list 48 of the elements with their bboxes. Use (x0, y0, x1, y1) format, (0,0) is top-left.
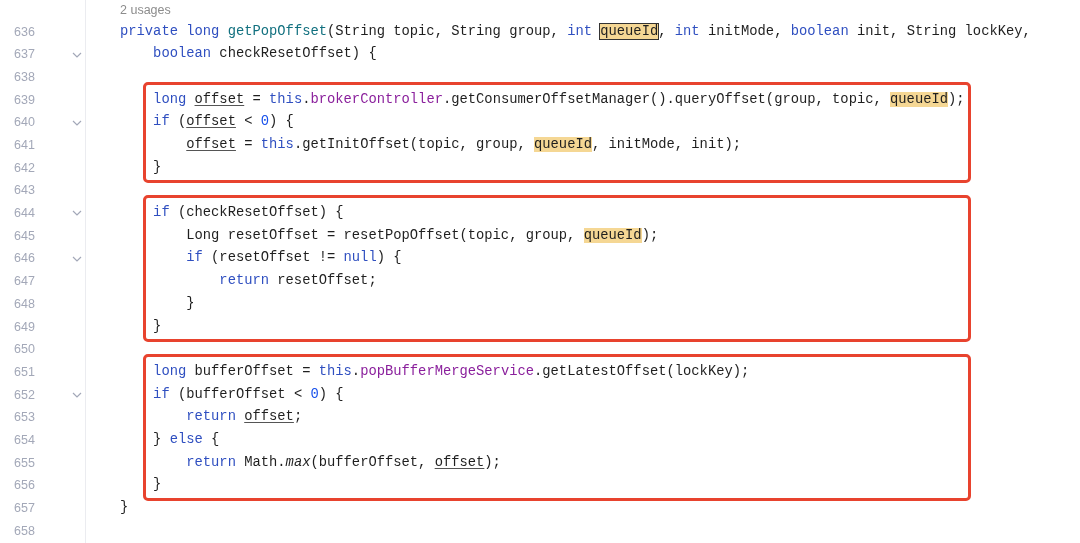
line-number: 646 (14, 250, 36, 268)
code-line: if (checkResetOffset) { (152, 205, 344, 221)
line-number: 652 (14, 386, 36, 404)
code-line: return offset; (185, 409, 303, 425)
usage-hint[interactable]: 2 usages (120, 0, 171, 21)
code-line: private long getPopOffset(String topic, String group, int queueId, int initMode, boolean init, String lockKey, (120, 23, 1031, 39)
chevron-down-icon[interactable] (72, 51, 82, 58)
code-line: offset = this.getInitOffset(topic, group, queueId, initMode, init); (185, 137, 741, 153)
line-number: 657 (14, 500, 36, 517)
chevron-down-icon[interactable] (72, 391, 82, 398)
line-number: 640 (14, 114, 36, 132)
chevron-down-icon[interactable] (72, 210, 82, 217)
code-line: } (185, 295, 195, 311)
code-line: Long resetOffset = resetPopOffset(topic, group, queueId); (185, 227, 659, 243)
line-number: 658 (14, 522, 36, 540)
line-number: 644 (14, 205, 36, 223)
code-line: return Math.max(bufferOffset, offset); (185, 454, 501, 470)
line-number: 649 (14, 318, 36, 336)
code-line: if (bufferOffset < 0) { (152, 386, 344, 402)
code-line: } (120, 500, 129, 516)
chevron-down-icon[interactable] (72, 255, 82, 262)
line-number: 638 (14, 68, 36, 86)
code-line: long bufferOffset = this.popBufferMergeService.getLatestOffset(lockKey); (152, 363, 750, 379)
code-line: } (152, 477, 162, 493)
code-line: boolean checkResetOffset) { (152, 46, 377, 62)
line-number: 641 (14, 137, 36, 154)
line-number: 651 (14, 363, 36, 381)
line-number: 643 (14, 182, 36, 200)
line-number: 647 (14, 273, 36, 291)
line-number: 650 (14, 341, 36, 359)
line-number: 636 (14, 23, 36, 41)
chevron-down-icon[interactable] (72, 119, 82, 126)
line-number: 656 (14, 477, 36, 495)
line-number: 642 (14, 159, 36, 177)
code-line: if (offset < 0) { (152, 114, 294, 130)
code-line: } (152, 318, 162, 334)
line-number: 645 (14, 227, 36, 245)
line-number: 654 (14, 431, 36, 449)
code-line: } (152, 159, 162, 175)
line-number: 639 (14, 91, 36, 109)
line-number: 648 (14, 295, 36, 313)
line-number: 653 (14, 409, 36, 427)
code-line: if (resetOffset != null) { (185, 250, 402, 266)
line-number: 655 (14, 454, 36, 472)
code-line: long offset = this.brokerController.getConsumerOffsetManager().queryOffset(group, topic, queueId); (152, 91, 965, 107)
code-line: } else { (152, 431, 220, 447)
code-line: return resetOffset; (218, 273, 377, 289)
line-number: 637 (14, 46, 36, 64)
